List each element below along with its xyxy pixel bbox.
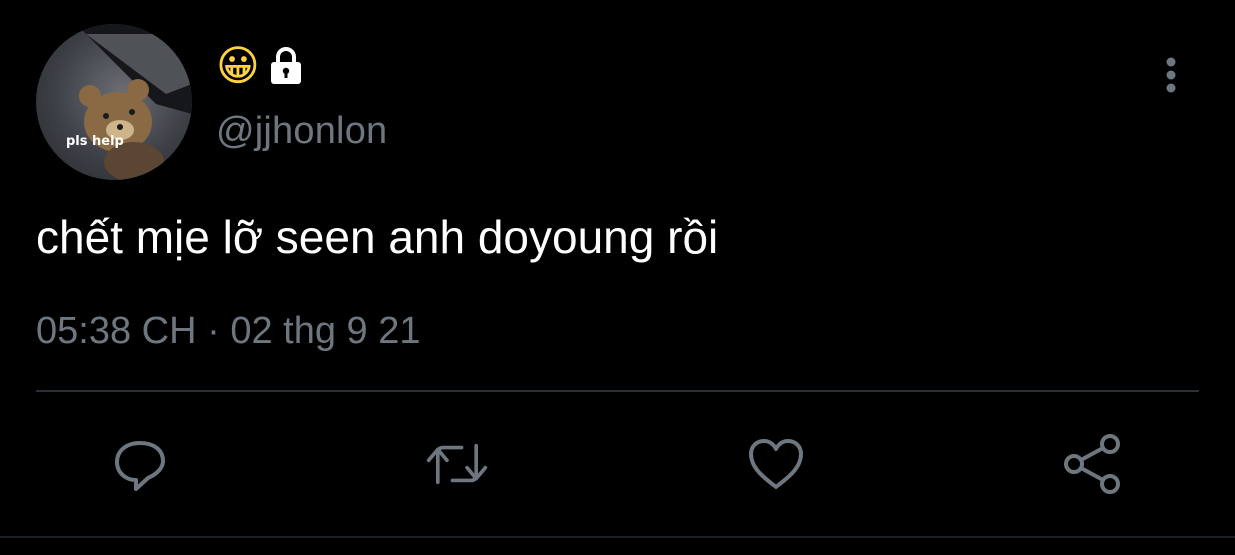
bottom-divider <box>0 536 1235 538</box>
share-icon <box>1064 434 1120 494</box>
meta-separator: · <box>207 310 220 352</box>
display-name[interactable]: 😀 <box>216 42 304 90</box>
avatar-caption: pls help <box>66 134 124 149</box>
grinning-face-emoji: 😀 <box>216 41 260 90</box>
more-vertical-icon <box>1166 57 1176 93</box>
avatar[interactable]: pls help <box>36 24 192 180</box>
avatar-image <box>76 24 192 180</box>
heart-icon <box>749 439 803 489</box>
tweet-timestamp[interactable]: 05:38 CH · 02 thg 9 21 <box>36 310 421 353</box>
reply-button[interactable] <box>108 432 172 496</box>
more-options-button[interactable] <box>1156 56 1188 96</box>
retweet-button[interactable] <box>425 432 489 496</box>
like-button[interactable] <box>744 432 808 496</box>
tweet-text: chết mịe lỡ seen anh doyoung rồi <box>36 211 719 263</box>
lock-icon <box>270 47 301 84</box>
tweet-time: 05:38 CH <box>36 310 197 352</box>
tweet-date: 02 thg 9 21 <box>230 310 421 352</box>
share-button[interactable] <box>1062 432 1126 496</box>
divider <box>36 390 1199 392</box>
retweet-icon <box>426 443 488 485</box>
user-handle[interactable]: @jjhonlon <box>216 110 387 153</box>
tweet-detail: pls help 😀 @jjhonlon chết mịe lỡ seen an… <box>0 0 1235 555</box>
reply-icon <box>115 441 165 491</box>
